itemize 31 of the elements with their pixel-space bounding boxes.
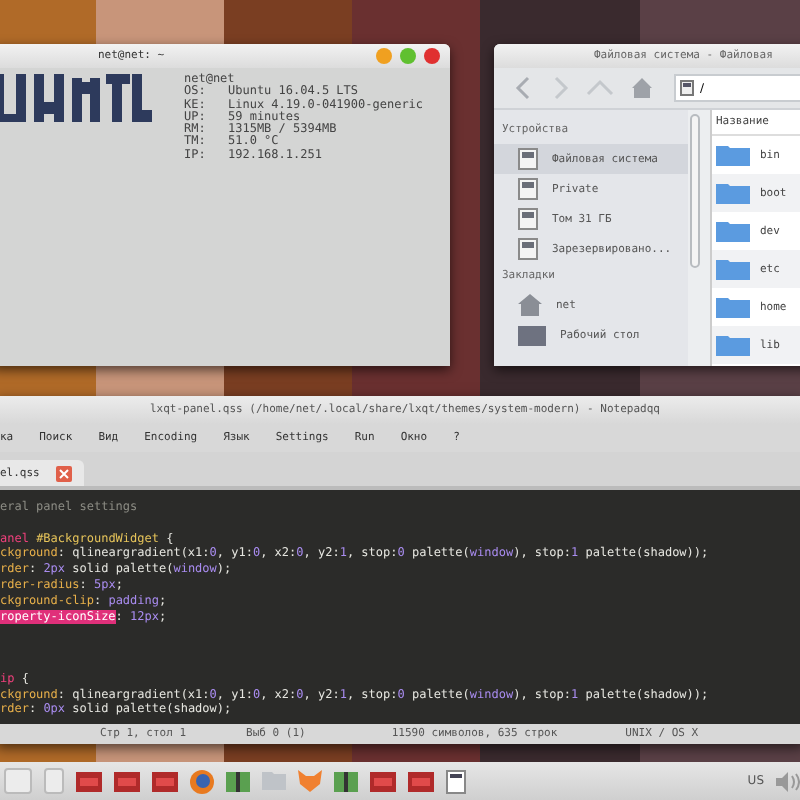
window-icon[interactable] [370, 771, 396, 791]
window-icon[interactable] [226, 771, 250, 791]
back-icon[interactable] [514, 76, 534, 100]
home-icon[interactable] [630, 76, 654, 100]
close-icon[interactable] [55, 465, 72, 481]
desktop-icon [518, 325, 546, 345]
window-icon[interactable] [76, 771, 102, 791]
folder-icon [716, 220, 750, 242]
drive-icon [518, 238, 538, 260]
folder-icon [716, 296, 750, 318]
fox-icon[interactable] [298, 770, 322, 792]
window-icon[interactable] [114, 771, 140, 791]
home-icon [518, 294, 542, 316]
scrollbar[interactable] [688, 110, 702, 366]
folder-icon [716, 182, 750, 204]
maximize-button[interactable] [400, 48, 416, 64]
window-icon[interactable] [334, 771, 358, 791]
volume-icon[interactable] [776, 771, 800, 791]
close-button[interactable] [424, 48, 440, 64]
minimize-button[interactable] [376, 48, 392, 64]
window-icon[interactable] [152, 771, 178, 791]
folder-icon [716, 258, 750, 280]
folder-icon [716, 144, 750, 166]
drive-icon [518, 178, 538, 200]
drive-icon [680, 80, 694, 96]
browser-icon[interactable] [190, 769, 214, 793]
drive-icon [518, 148, 538, 170]
drive-icon [518, 208, 538, 230]
window-icon[interactable] [408, 771, 434, 791]
folder-icon [716, 334, 750, 356]
document-icon[interactable] [446, 769, 466, 793]
